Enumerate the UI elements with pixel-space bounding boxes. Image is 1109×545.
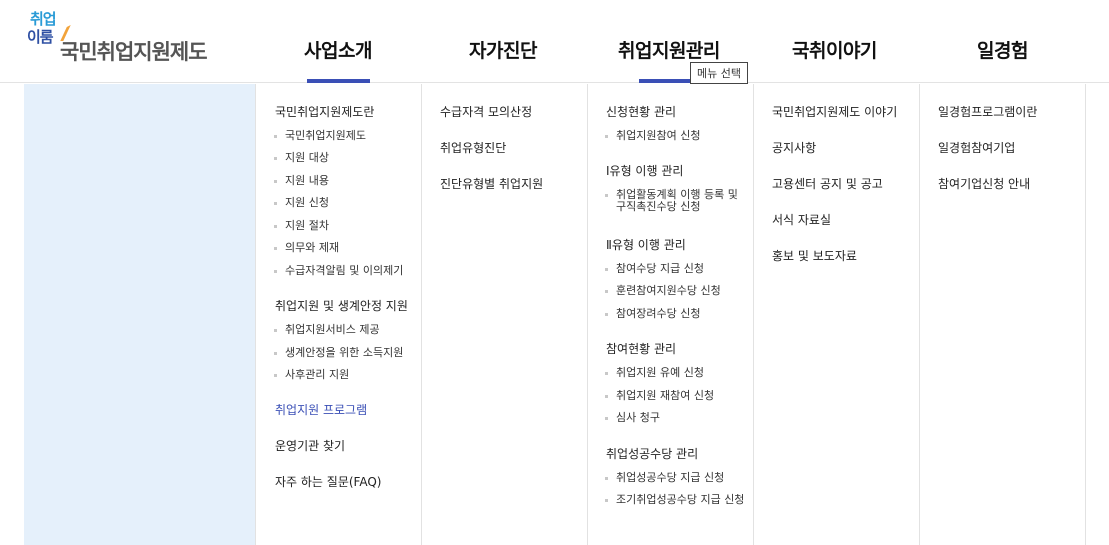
menu-column-work-experience: 일경험프로그램이란 일경험참여기업 참여기업신청 안내 xyxy=(919,84,1086,545)
menu-section-title[interactable]: Ⅰ유형 이행 관리 xyxy=(606,162,683,179)
menu-sub-item[interactable]: 취업지원참여 신청 xyxy=(605,130,700,142)
menu-section-title[interactable]: 취업유형진단 xyxy=(440,139,506,156)
menu-column-intro: 국민취업지원제도란 국민취업지원제도 지원 대상 지원 내용 지원 신청 지원 … xyxy=(255,84,421,545)
nav-item-intro[interactable]: 사업소개 xyxy=(304,36,372,63)
menu-sub-item[interactable]: 심사 청구 xyxy=(605,412,660,424)
menu-section-title[interactable]: 공지사항 xyxy=(772,139,816,156)
nav-active-underline xyxy=(307,79,370,83)
site-header: 취업 이룸 국민취업지원제도 사업소개 자가진단 취업지원관리 국취이야기 일경… xyxy=(0,0,1109,84)
main-nav: 사업소개 자가진단 취업지원관리 국취이야기 일경험 xyxy=(255,0,1100,83)
menu-section-title[interactable]: 취업성공수당 관리 xyxy=(606,445,698,462)
site-logo[interactable]: 취업 이룸 국민취업지원제도 xyxy=(26,10,236,70)
menu-section-title[interactable]: 취업지원 및 생계안정 지원 xyxy=(275,297,408,314)
menu-sub-item[interactable]: 취업지원 재참여 신청 xyxy=(605,390,714,402)
menu-section-title[interactable]: 고용센터 공지 및 공고 xyxy=(772,175,883,192)
menu-sub-item[interactable]: 지원 신청 xyxy=(274,197,329,209)
left-panel xyxy=(24,84,255,545)
menu-section-title[interactable]: 운영기관 찾기 xyxy=(275,437,345,454)
menu-column-stories: 국민취업지원제도 이야기 공지사항 고용센터 공지 및 공고 서식 자료실 홍보… xyxy=(753,84,919,545)
menu-section-title[interactable]: 국민취업지원제도 이야기 xyxy=(772,103,897,120)
menu-sub-item[interactable]: 참여장려수당 신청 xyxy=(605,308,700,320)
menu-section-title[interactable]: 수급자격 모의산정 xyxy=(440,103,532,120)
menu-sub-item[interactable]: 취업성공수당 지급 신청 xyxy=(605,472,724,484)
menu-sub-item[interactable]: 생계안정을 위한 소득지원 xyxy=(274,347,403,359)
nav-item-stories[interactable]: 국취이야기 xyxy=(792,36,877,63)
menu-section-title[interactable]: 진단유형별 취업지원 xyxy=(440,175,543,192)
menu-sub-item[interactable]: 취업활동계획 이행 등록 및 구직촉진수당 신청 xyxy=(605,189,751,213)
menu-column-employment-support: 신청현황 관리 취업지원참여 신청 Ⅰ유형 이행 관리 취업활동계획 이행 등록… xyxy=(587,84,753,545)
menu-sub-item[interactable]: 훈련참여지원수당 신청 xyxy=(605,285,721,297)
nav-item-self-diagnosis[interactable]: 자가진단 xyxy=(469,36,537,63)
menu-section-title-active[interactable]: 취업지원 프로그램 xyxy=(275,401,367,418)
menu-sub-item[interactable]: 지원 대상 xyxy=(274,152,329,164)
menu-section-title[interactable]: 신청현황 관리 xyxy=(606,103,676,120)
menu-section-title[interactable]: 국민취업지원제도란 xyxy=(275,103,374,120)
menu-section-title[interactable]: 홍보 및 보도자료 xyxy=(772,247,857,264)
menu-section-title[interactable]: 참여기업신청 안내 xyxy=(938,175,1030,192)
menu-section-title[interactable]: 자주 하는 질문(FAQ) xyxy=(275,473,381,490)
logo-text: 국민취업지원제도 xyxy=(60,40,208,64)
menu-sub-item[interactable]: 수급자격알림 및 이의제기 xyxy=(274,265,403,277)
menu-column-self-diagnosis: 수급자격 모의산정 취업유형진단 진단유형별 취업지원 xyxy=(421,84,587,545)
menu-sub-item[interactable]: 취업지원 유예 신청 xyxy=(605,367,704,379)
menu-section-title[interactable]: 서식 자료실 xyxy=(772,211,831,228)
menu-sub-item[interactable]: 지원 절차 xyxy=(274,220,329,232)
menu-section-title[interactable]: 참여현황 관리 xyxy=(606,340,676,357)
menu-sub-item[interactable]: 지원 내용 xyxy=(274,175,329,187)
menu-sub-item[interactable]: 의무와 제재 xyxy=(274,242,339,254)
menu-section-title[interactable]: 일경험프로그램이란 xyxy=(938,103,1037,120)
menu-sub-item[interactable]: 취업지원서비스 제공 xyxy=(274,324,380,336)
menu-sub-item[interactable]: 참여수당 지급 신청 xyxy=(605,263,704,275)
menu-sub-item[interactable]: 사후관리 지원 xyxy=(274,369,349,381)
menu-section-title[interactable]: Ⅱ유형 이행 관리 xyxy=(606,236,686,253)
nav-item-employment-support[interactable]: 취업지원관리 xyxy=(618,36,720,63)
menu-section-title[interactable]: 일경험참여기업 xyxy=(938,139,1015,156)
menu-tooltip: 메뉴 선택 xyxy=(690,62,748,84)
nav-item-work-experience[interactable]: 일경험 xyxy=(977,36,1028,63)
menu-sub-item[interactable]: 조기취업성공수당 지급 신청 xyxy=(605,494,751,506)
menu-sub-item[interactable]: 국민취업지원제도 xyxy=(274,130,366,142)
